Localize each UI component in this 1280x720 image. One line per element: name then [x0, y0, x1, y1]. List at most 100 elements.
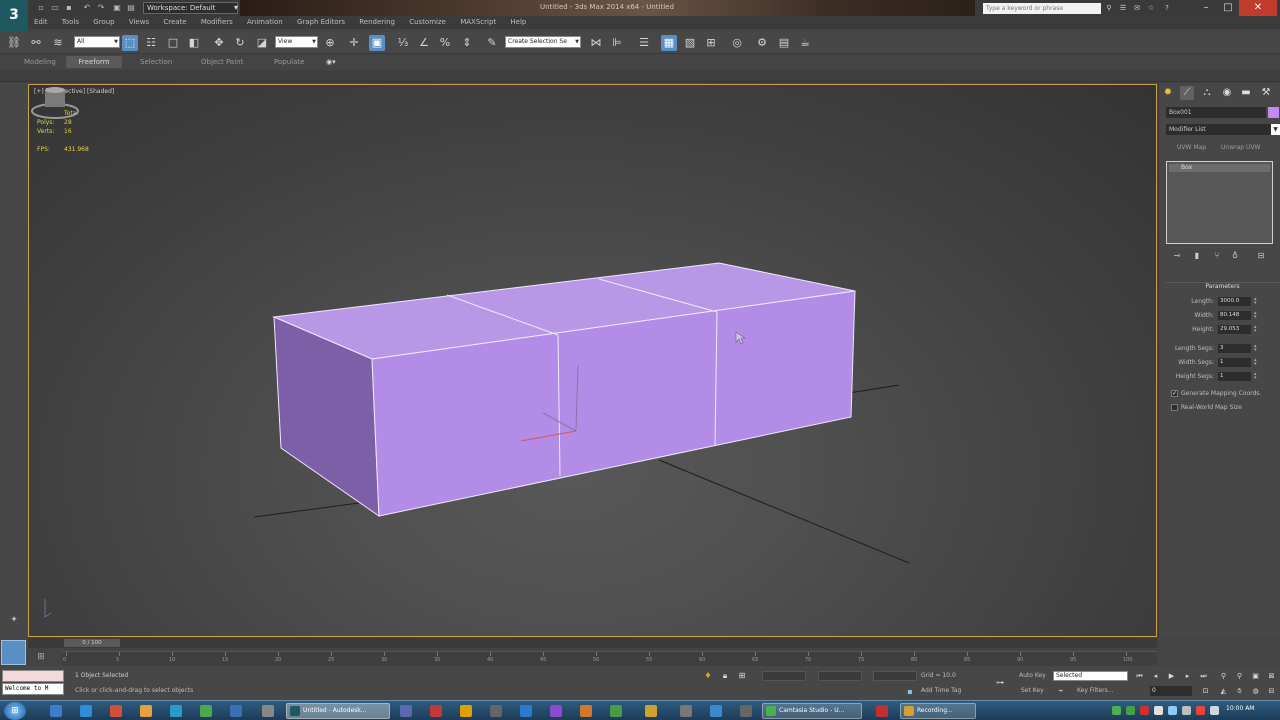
maximize-viewport-icon[interactable]: ⊟ — [1266, 686, 1277, 696]
tray-icon[interactable] — [1112, 706, 1121, 715]
modify-tab-icon[interactable]: ⟋ — [1180, 86, 1194, 100]
snaps-toggle-icon[interactable]: ⅓ — [395, 35, 411, 51]
app-icon[interactable] — [710, 705, 722, 717]
checkbox-checked-icon[interactable]: ✓ — [1171, 390, 1178, 397]
app-logo-icon[interactable]: 3 — [0, 0, 28, 32]
hierarchy-tab-icon[interactable]: ⛬ — [1200, 86, 1214, 100]
pin-icon[interactable]: ✦ — [8, 615, 20, 627]
pin-stack-icon[interactable]: ⊸ — [1171, 250, 1183, 262]
zoom-extents-icon[interactable]: ▣ — [1250, 671, 1261, 681]
height-spinner[interactable]: ▴ ▾ — [1254, 325, 1259, 334]
network-icon[interactable] — [1168, 706, 1177, 715]
track-bar[interactable]: 0 5 10 15 20 25 30 35 40 45 50 55 60 65 70 75 80 85 90 95 10… — [62, 651, 1157, 666]
ribbon-options-icon[interactable]: ◉▾ — [322, 56, 340, 68]
undo-icon[interactable]: ↶ — [82, 3, 92, 12]
layer-manager-icon[interactable]: ☰ — [636, 35, 652, 51]
length-segs-input[interactable]: 3 — [1218, 344, 1251, 353]
chrome-icon[interactable] — [110, 705, 122, 717]
open-mini-curve-editor-icon[interactable]: ⊞ — [34, 652, 48, 664]
communication-icon[interactable]: ✉ — [1132, 3, 1142, 13]
play-icon[interactable]: ▶ — [1166, 671, 1177, 681]
add-time-tag-button[interactable]: Add Time Tag — [921, 687, 961, 694]
select-manipulate-icon[interactable]: ✛ — [346, 35, 362, 51]
orbit-icon[interactable]: ◍ — [1250, 686, 1261, 696]
select-object-icon[interactable]: ⬚ — [122, 35, 138, 51]
workspace-select[interactable]: Workspace: Default — [143, 2, 238, 14]
rotate-icon[interactable]: ↻ — [232, 35, 248, 51]
current-frame-field[interactable]: 0 — [1150, 686, 1192, 696]
key-mode-icon[interactable]: ⊶ — [995, 678, 1005, 688]
tab-modeling[interactable]: Modeling — [20, 56, 60, 68]
tray-icon[interactable] — [1196, 706, 1205, 715]
unwrap-uvw-button[interactable]: Unwrap UVW — [1221, 144, 1260, 151]
checkbox-unchecked-icon[interactable] — [1171, 404, 1178, 411]
rendered-frame-window-icon[interactable]: ▤ — [776, 35, 792, 51]
key-selection-dropdown[interactable]: Selected — [1053, 671, 1128, 681]
width-spinner[interactable]: ▴ ▾ — [1254, 311, 1259, 320]
unlink-icon[interactable]: ⚯ — [28, 35, 44, 51]
app-icon[interactable] — [430, 705, 442, 717]
width-input[interactable]: 80.148 — [1218, 311, 1251, 320]
tray-icon[interactable] — [1154, 706, 1163, 715]
field-of-view-icon[interactable]: ◭ — [1218, 686, 1229, 696]
app-icon[interactable] — [460, 705, 472, 717]
pan-view-icon[interactable]: ✋︎ — [1234, 686, 1245, 696]
set-key-button[interactable]: Set Key — [1021, 687, 1044, 694]
tray-icon[interactable] — [1140, 706, 1149, 715]
app-icon[interactable] — [490, 705, 502, 717]
app-icon[interactable] — [200, 705, 212, 717]
redo-icon[interactable]: ↷ — [96, 3, 106, 12]
taskbar-task-recording[interactable]: Recording... — [900, 703, 976, 719]
maximize-button[interactable]: □ — [1217, 0, 1239, 16]
isolate-selection-icon[interactable]: ♦ — [703, 671, 713, 681]
select-by-name-icon[interactable]: ☷ — [143, 35, 159, 51]
menu-help[interactable]: Help — [504, 16, 532, 29]
time-tag-icon[interactable]: ▪ — [905, 687, 915, 697]
tab-selection[interactable]: Selection — [136, 56, 176, 68]
open-file-icon[interactable]: ▭ — [50, 3, 60, 12]
object-name-field[interactable]: Box001 — [1166, 107, 1266, 118]
time-configuration-icon[interactable]: ⊡ — [1200, 686, 1211, 696]
save-file-icon[interactable]: ▪ — [64, 3, 74, 12]
stack-item-box[interactable]: Box — [1169, 164, 1270, 172]
app-icon[interactable] — [520, 705, 532, 717]
y-coordinate-field[interactable] — [818, 671, 862, 681]
menu-group[interactable]: Group — [87, 16, 120, 29]
app-icon[interactable] — [876, 705, 888, 717]
app-icon[interactable] — [230, 705, 242, 717]
render-production-icon[interactable]: ☕ — [797, 35, 813, 51]
selection-lock-icon[interactable]: 🔒︎ — [720, 671, 730, 681]
scale-icon[interactable]: ◪ — [254, 35, 270, 51]
zoom-all-icon[interactable]: ⚲ — [1234, 671, 1245, 681]
taskbar-task-camtasia[interactable]: Camtasia Studio - U... — [762, 703, 862, 719]
binoculars-icon[interactable]: ⚲ — [1104, 3, 1114, 13]
uvw-map-button[interactable]: UVW Map — [1177, 144, 1206, 151]
modifier-list-select[interactable]: Modifier List — [1166, 124, 1271, 135]
show-end-result-icon[interactable]: ▮ — [1191, 250, 1203, 262]
menu-create[interactable]: Create — [157, 16, 192, 29]
material-editor-icon[interactable]: ◎ — [729, 35, 745, 51]
maxscript-output[interactable]: Welcome to M — [2, 683, 64, 695]
menu-rendering[interactable]: Rendering — [353, 16, 401, 29]
absolute-mode-icon[interactable]: ⊞ — [737, 671, 747, 681]
length-input[interactable]: 3000.0 — [1218, 297, 1251, 306]
bind-space-warp-icon[interactable]: ≋ — [50, 35, 66, 51]
maxscript-listener-input[interactable] — [2, 670, 64, 682]
align-icon[interactable]: ⊫ — [609, 35, 625, 51]
explorer-icon[interactable] — [50, 705, 62, 717]
app-icon[interactable] — [550, 705, 562, 717]
parameters-rollout-title[interactable]: Parameters — [1166, 282, 1279, 290]
tray-icon[interactable] — [1210, 706, 1219, 715]
length-spinner[interactable]: ▴ ▾ — [1254, 297, 1259, 306]
previous-frame-icon[interactable]: ◂ — [1150, 671, 1161, 681]
motion-tab-icon[interactable]: ◉ — [1220, 86, 1234, 100]
tab-freeform[interactable]: Freeform — [66, 56, 122, 68]
app-icon[interactable] — [400, 705, 412, 717]
app-icon[interactable] — [580, 705, 592, 717]
menu-edit[interactable]: Edit — [28, 16, 54, 29]
menu-maxscript[interactable]: MAXScript — [454, 16, 502, 29]
new-file-icon[interactable]: ▫ — [36, 3, 46, 12]
taskbar-clock[interactable]: 10:00 AM — [1226, 705, 1254, 712]
edit-named-selection-icon[interactable]: ✎ — [484, 35, 500, 51]
time-slider[interactable]: 0 / 100 — [28, 638, 1157, 648]
